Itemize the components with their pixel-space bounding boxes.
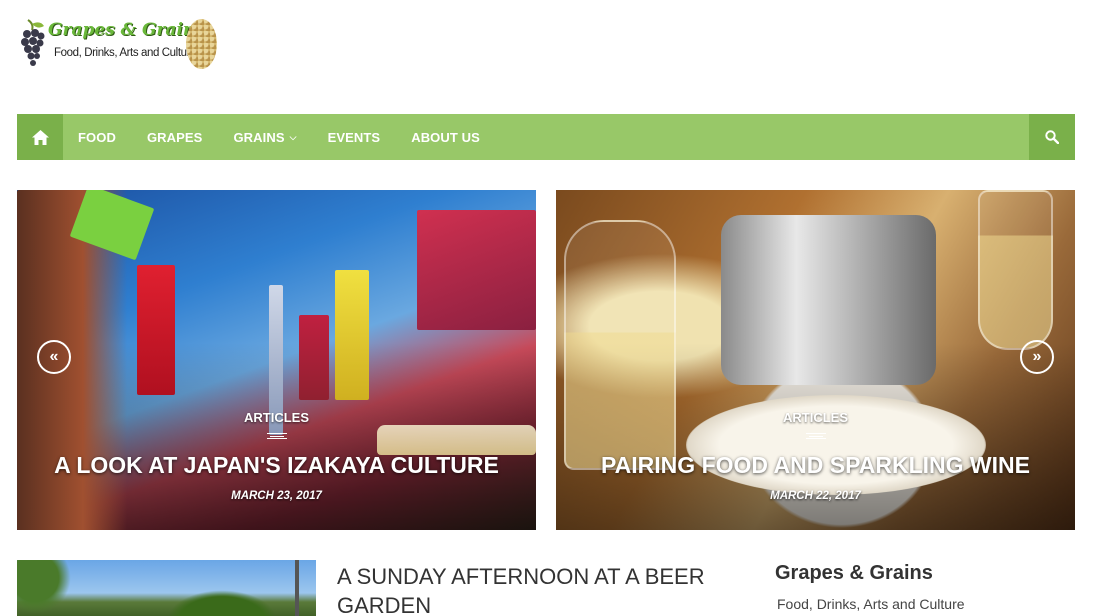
home-button[interactable] <box>17 114 63 160</box>
nav-item-grapes[interactable]: GRAPES <box>147 130 203 145</box>
post-thumbnail[interactable] <box>17 560 316 616</box>
champagne-glass <box>978 190 1053 350</box>
ice-bucket <box>721 215 936 385</box>
featured-slide[interactable]: ARTICLES A LOOK AT JAPAN'S IZAKAYA CULTU… <box>17 190 536 530</box>
nav-item-about-us[interactable]: ABOUT US <box>411 130 480 145</box>
lantern-decoration <box>377 425 536 455</box>
slide-separator <box>806 433 826 439</box>
sidebar-title: Grapes & Grains <box>775 562 933 584</box>
nav-item-label: GRAINS <box>233 129 285 145</box>
slide-date: MARCH 23, 2017 <box>231 490 322 502</box>
search-button[interactable] <box>1029 114 1075 160</box>
double-chevron-left-icon: « <box>49 348 59 365</box>
home-icon <box>31 129 49 145</box>
sign-decoration <box>137 265 175 395</box>
nav-item-label: EVENTS <box>327 129 381 145</box>
grain-icon <box>186 19 217 69</box>
slider-next-button[interactable]: » <box>1020 340 1054 374</box>
featured-slide[interactable]: ARTICLES PAIRING FOOD AND SPARKLING WINE… <box>556 190 1075 530</box>
slide-title[interactable]: A LOOK AT JAPAN'S IZAKAYA CULTURE <box>17 452 536 479</box>
grapes-icon <box>21 19 45 66</box>
post-title[interactable]: A SUNDAY AFTERNOON AT A BEER GARDEN <box>337 562 737 616</box>
double-chevron-right-icon: » <box>1032 348 1042 365</box>
slide-separator <box>267 433 287 439</box>
chevron-down-icon: ⌵ <box>289 131 297 142</box>
slide-date: MARCH 22, 2017 <box>770 490 861 502</box>
champagne-glass <box>564 220 676 470</box>
nav-item-events[interactable]: EVENTS <box>328 130 381 145</box>
palm-decoration <box>167 590 277 616</box>
slide-category[interactable]: ARTICLES <box>17 410 536 425</box>
nav-item-label: ABOUT US <box>411 129 480 145</box>
logo-subtitle: Food, Drinks, Arts and Culture <box>54 47 197 59</box>
nav-item-grains[interactable]: GRAINS ⌵ <box>233 130 296 145</box>
sign-decoration <box>299 315 329 400</box>
logo-title: Grapes & Grains <box>48 20 205 40</box>
search-icon <box>1045 130 1059 144</box>
slide-title[interactable]: PAIRING FOOD AND SPARKLING WINE <box>556 452 1075 479</box>
site-logo[interactable]: Grapes & Grains Food, Drinks, Arts and C… <box>20 16 220 72</box>
sign-decoration <box>335 270 369 400</box>
nav-item-label: FOOD <box>78 129 116 145</box>
nav-item-label: GRAPES <box>146 129 203 145</box>
main-nav: FOOD GRAPES GRAINS ⌵ EVENTS ABOUT US <box>17 114 1075 160</box>
slider-prev-button[interactable]: « <box>37 340 71 374</box>
slide-category[interactable]: ARTICLES <box>556 410 1075 425</box>
pole-decoration <box>295 560 299 616</box>
nav-menu: FOOD GRAPES GRAINS ⌵ EVENTS ABOUT US <box>63 114 511 160</box>
sidebar-subtitle: Food, Drinks, Arts and Culture <box>777 596 965 612</box>
palm-decoration <box>17 560 77 616</box>
nav-item-food[interactable]: FOOD <box>78 130 116 145</box>
sign-decoration <box>417 210 536 330</box>
